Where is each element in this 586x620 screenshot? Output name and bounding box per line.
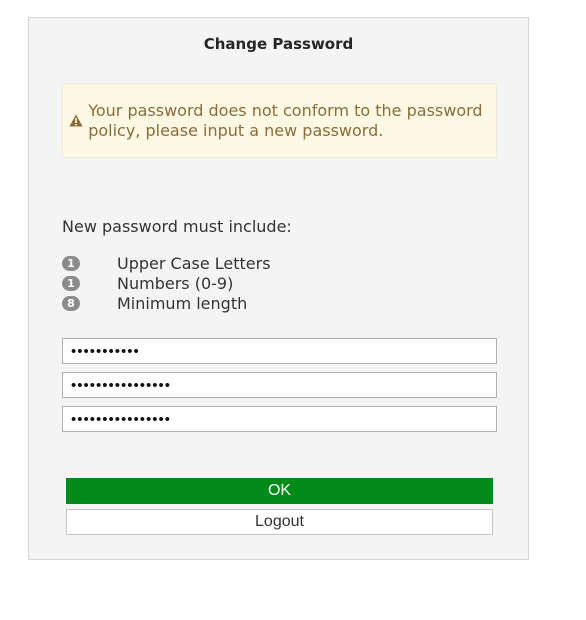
rule-label: Upper Case Letters (117, 253, 271, 273)
rule-count-badge: 1 (62, 255, 80, 271)
policy-rule-uppercase: 1 Upper Case Letters (62, 253, 271, 273)
warning-text: Your password does not conform to the pa… (88, 100, 483, 140)
policy-rule-min-length: 8 Minimum length (62, 293, 271, 313)
logout-button[interactable]: Logout (66, 509, 493, 535)
ok-button[interactable]: OK (66, 478, 493, 504)
rule-count-badge: 8 (62, 295, 80, 311)
dialog-title: Change Password (203, 35, 354, 53)
new-password-field[interactable] (62, 372, 497, 398)
change-password-dialog: Change Password Your password does not c… (28, 17, 529, 560)
policy-rules-list: 1 Upper Case Letters 1 Numbers (0-9) 8 M… (62, 253, 271, 313)
policy-rule-numbers: 1 Numbers (0-9) (62, 273, 271, 293)
rule-label: Numbers (0-9) (117, 273, 234, 293)
current-password-field[interactable] (62, 338, 497, 364)
rule-label: Minimum length (117, 293, 248, 313)
policy-heading: New password must include: (62, 217, 292, 236)
confirm-password-field[interactable] (62, 406, 497, 432)
warning-triangle-icon (63, 114, 88, 127)
policy-warning-alert: Your password does not conform to the pa… (62, 83, 497, 158)
rule-count-badge: 1 (62, 275, 80, 291)
